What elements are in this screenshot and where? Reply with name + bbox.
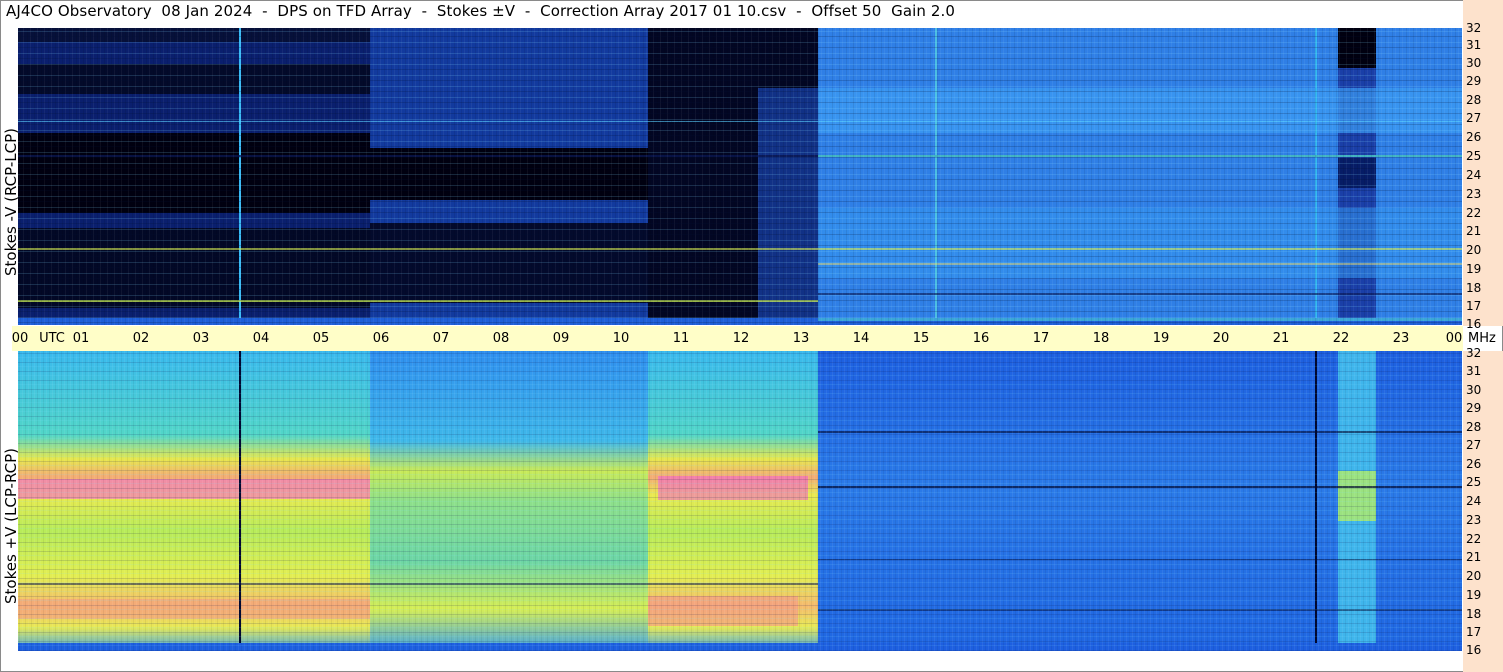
- freq-axis-bottom: [1463, 351, 1503, 672]
- freq-bot-25: 25: [1466, 475, 1482, 489]
- time-label-01: 01: [72, 331, 90, 346]
- time-label-06: 06: [372, 331, 390, 346]
- freq-top-22: 22: [1466, 206, 1482, 220]
- freq-top-19: 19: [1466, 262, 1482, 276]
- time-label-13: 13: [792, 331, 810, 346]
- time-label-04: 04: [252, 331, 270, 346]
- freq-bot-30: 30: [1466, 383, 1482, 397]
- freq-top-26: 26: [1466, 130, 1482, 144]
- time-label-utc: UTC: [39, 331, 65, 346]
- time-label-03: 03: [192, 331, 210, 346]
- time-label-11: 11: [672, 331, 690, 346]
- spectrogram-stokes-plus-v: [18, 351, 1462, 651]
- time-label-07: 07: [432, 331, 450, 346]
- freq-top-20: 20: [1466, 243, 1482, 257]
- freq-top-17: 17: [1466, 299, 1482, 313]
- spectrogram-top-image: [18, 28, 1462, 325]
- bottom-panel-ylabel: Stokes +V (LCP-RCP): [2, 448, 20, 604]
- time-label-17: 17: [1032, 331, 1050, 346]
- spectrogram-bottom-image: [18, 351, 1462, 651]
- time-label-00: 00: [11, 331, 29, 346]
- freq-bot-26: 26: [1466, 457, 1482, 471]
- freq-bot-27: 27: [1466, 438, 1482, 452]
- time-label-15: 15: [912, 331, 930, 346]
- time-label-02: 02: [132, 331, 150, 346]
- freq-bot-22: 22: [1466, 532, 1482, 546]
- time-label-09: 09: [552, 331, 570, 346]
- time-label-14: 14: [852, 331, 870, 346]
- time-label-mhz: MHz: [1468, 331, 1496, 346]
- time-label-08: 08: [492, 331, 510, 346]
- freq-top-23: 23: [1466, 187, 1482, 201]
- freq-top-21: 21: [1466, 224, 1482, 238]
- freq-bot-19: 19: [1466, 588, 1482, 602]
- time-label-12: 12: [732, 331, 750, 346]
- freq-bot-18: 18: [1466, 607, 1482, 621]
- freq-bot-17: 17: [1466, 625, 1482, 639]
- freq-top-28: 28: [1466, 93, 1482, 107]
- time-label-10: 10: [612, 331, 630, 346]
- time-label-00-end: 00: [1445, 331, 1463, 346]
- freq-bot-21: 21: [1466, 550, 1482, 564]
- freq-top-30: 30: [1466, 56, 1482, 70]
- freq-bot-20: 20: [1466, 569, 1482, 583]
- time-axis-bar: 00 UTC 01 02 03 04 05 06 07 08 09 10 11 …: [11, 326, 1496, 351]
- freq-top-27: 27: [1466, 111, 1482, 125]
- freq-bot-31: 31: [1466, 364, 1482, 378]
- page-title: AJ4CO Observatory 08 Jan 2024 - DPS on T…: [6, 2, 956, 20]
- spectrogram-stokes-minus-v: [18, 28, 1462, 325]
- freq-top-29: 29: [1466, 74, 1482, 88]
- freq-bot-28: 28: [1466, 420, 1482, 434]
- time-label-19: 19: [1152, 331, 1170, 346]
- freq-top-18: 18: [1466, 281, 1482, 295]
- time-label-20: 20: [1212, 331, 1230, 346]
- freq-bot-16: 16: [1466, 643, 1482, 657]
- top-panel-ylabel: Stokes -V (RCP-LCP): [2, 128, 20, 276]
- time-label-23: 23: [1392, 331, 1410, 346]
- freq-bot-23: 23: [1466, 513, 1482, 527]
- time-label-05: 05: [312, 331, 330, 346]
- freq-bot-32: 32: [1466, 346, 1482, 360]
- time-label-16: 16: [972, 331, 990, 346]
- time-label-22: 22: [1332, 331, 1350, 346]
- freq-top-31: 31: [1466, 38, 1482, 52]
- freq-bot-24: 24: [1466, 494, 1482, 508]
- freq-top-16: 16: [1466, 317, 1482, 331]
- freq-top-32: 32: [1466, 21, 1482, 35]
- time-label-18: 18: [1092, 331, 1110, 346]
- freq-bot-29: 29: [1466, 401, 1482, 415]
- freq-top-24: 24: [1466, 168, 1482, 182]
- freq-top-25: 25: [1466, 149, 1482, 163]
- time-label-21: 21: [1272, 331, 1290, 346]
